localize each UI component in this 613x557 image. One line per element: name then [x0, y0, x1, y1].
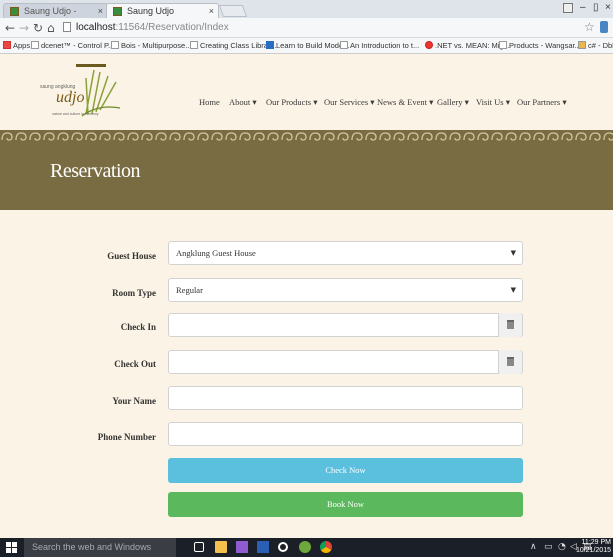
- bookmark-item[interactable]: Products - Wangsar...: [499, 38, 581, 53]
- taskbar-clock[interactable]: 11:29 PM 10/21/2015: [576, 539, 611, 555]
- chrome-icon[interactable]: [320, 541, 332, 553]
- check-out-label: Check Out: [114, 359, 156, 369]
- page-icon: [63, 22, 71, 32]
- extension-icon[interactable]: [600, 21, 608, 33]
- bookmark-icon: [266, 41, 274, 49]
- room-type-select[interactable]: Regular ▼: [168, 278, 523, 302]
- taskbar-search-input[interactable]: Search the web and Windows: [24, 538, 176, 557]
- check-in-label: Check In: [120, 322, 156, 332]
- nav-our-services[interactable]: Our Services ▾: [324, 96, 375, 108]
- bookmark-icon: [499, 41, 507, 49]
- decorative-border-pattern: [0, 130, 613, 143]
- url-host: localhost: [76, 22, 116, 33]
- forward-icon[interactable]: →: [19, 21, 29, 35]
- bookmark-icon: [340, 41, 348, 49]
- clock-time: 11:29 PM: [581, 539, 611, 546]
- new-tab-button[interactable]: [218, 5, 248, 17]
- windows-start-icon[interactable]: [6, 542, 17, 553]
- minimize-icon[interactable]: –: [580, 2, 586, 14]
- dropdown-caret-icon: ▼: [510, 249, 516, 257]
- clock-date: 10/21/2015: [575, 547, 611, 554]
- your-name-label: Your Name: [112, 396, 156, 406]
- check-now-button[interactable]: Check Now: [168, 458, 523, 483]
- book-now-button[interactable]: Book Now: [168, 492, 523, 517]
- calendar-icon[interactable]: [498, 313, 522, 337]
- nav-gallery[interactable]: Gallery ▾: [437, 96, 469, 108]
- close-window-icon[interactable]: ×: [605, 2, 611, 14]
- site-logo[interactable]: saung angklung udjo nature and culture i…: [38, 64, 130, 122]
- page-title: Reservation: [50, 160, 141, 182]
- maximize-icon[interactable]: ▯: [593, 2, 599, 14]
- bookmark-icon: [111, 41, 119, 49]
- bookmarks-bar: Apps dcenet™ - Control P... Bois - Multi…: [0, 38, 613, 54]
- bookmark-item[interactable]: Creating Class Librar...: [190, 38, 276, 53]
- bookmark-item[interactable]: An Introduction to t...: [340, 38, 419, 53]
- apps-icon: [3, 41, 11, 49]
- url-path: :11564/Reservation/Index: [115, 22, 229, 33]
- bookmark-item[interactable]: .NET vs. MEAN: Mig...: [425, 38, 510, 53]
- windows-taskbar: Search the web and Windows ∧ ▭ ◔ ◁ ▤ 11:…: [0, 538, 613, 557]
- site-header: saung angklung udjo nature and culture i…: [0, 54, 613, 130]
- network-icon[interactable]: ◔: [558, 542, 566, 553]
- bookmark-star-icon[interactable]: ☆: [584, 20, 595, 35]
- nav-our-partners[interactable]: Our Partners ▾: [517, 96, 567, 108]
- page-title-band: Reservation: [0, 130, 613, 210]
- word-icon[interactable]: [257, 541, 269, 553]
- nav-visit-us[interactable]: Visit Us ▾: [476, 96, 510, 108]
- logo-subtitle: nature and culture in harmony: [52, 112, 99, 116]
- file-explorer-icon[interactable]: [215, 541, 227, 553]
- phone-number-label: Phone Number: [97, 432, 156, 442]
- phone-number-input[interactable]: [168, 422, 523, 446]
- nav-about[interactable]: About ▾: [229, 96, 257, 108]
- bookmark-icon: [31, 41, 39, 49]
- room-type-value: Regular: [176, 285, 203, 295]
- bookmark-item[interactable]: c# - DbEntityValidati...: [578, 38, 613, 53]
- task-view-icon[interactable]: [194, 542, 204, 552]
- your-name-input[interactable]: [168, 386, 523, 410]
- browser-tab-active[interactable]: Saung Udjo ×: [106, 3, 219, 18]
- tray-chevron-icon[interactable]: ∧: [530, 542, 537, 553]
- check-in-input[interactable]: [168, 313, 523, 337]
- reload-icon[interactable]: ↻: [33, 21, 43, 35]
- browser-tab-admin[interactable]: Saung Udjo - Admin ×: [3, 3, 108, 31]
- battery-icon[interactable]: ▭: [544, 542, 553, 553]
- logo-name: udjo: [56, 89, 85, 106]
- app-icon[interactable]: [299, 541, 311, 553]
- back-icon[interactable]: ←: [5, 21, 15, 35]
- guest-house-value: Angklung Guest House: [176, 248, 256, 258]
- bookmark-item[interactable]: Learn to Build Mode...: [266, 38, 349, 53]
- nav-news-event[interactable]: News & Event ▾: [377, 96, 433, 108]
- close-tab-icon[interactable]: ×: [209, 4, 214, 19]
- bookmark-item[interactable]: dcenet™ - Control P...: [31, 38, 114, 53]
- bookmark-icon: [190, 41, 198, 49]
- user-profile-icon[interactable]: [563, 3, 573, 13]
- bookmark-item[interactable]: Bois - Multipurpose...: [111, 38, 191, 53]
- check-out-input[interactable]: [168, 350, 523, 374]
- browser-tab-label: Saung Udjo: [127, 6, 175, 16]
- browser-tab-strip: Saung Udjo - Admin × Saung Udjo × – ▯ ×: [0, 0, 613, 31]
- home-icon[interactable]: ⌂: [47, 21, 55, 35]
- room-type-label: Room Type: [112, 288, 156, 298]
- favicon-icon: [113, 7, 122, 16]
- nav-our-products[interactable]: Our Products ▾: [266, 96, 318, 108]
- address-bar-row: ← → ↻ ⌂ localhost:11564/Reservation/Inde…: [0, 18, 613, 38]
- nav-home[interactable]: Home: [199, 96, 220, 108]
- visual-studio-icon[interactable]: [236, 541, 248, 553]
- guest-house-label: Guest House: [107, 251, 156, 261]
- dropdown-caret-icon: ▼: [510, 286, 516, 294]
- bookmark-icon: [425, 41, 433, 49]
- guest-house-select[interactable]: Angklung Guest House ▼: [168, 241, 523, 265]
- bookmark-icon: [578, 41, 586, 49]
- close-tab-icon[interactable]: ×: [98, 4, 103, 19]
- media-player-icon[interactable]: [278, 542, 288, 552]
- calendar-icon[interactable]: [498, 350, 522, 374]
- url-input[interactable]: localhost:11564/Reservation/Index: [62, 20, 582, 35]
- favicon-icon: [10, 7, 19, 16]
- bookmark-apps[interactable]: Apps: [3, 38, 30, 53]
